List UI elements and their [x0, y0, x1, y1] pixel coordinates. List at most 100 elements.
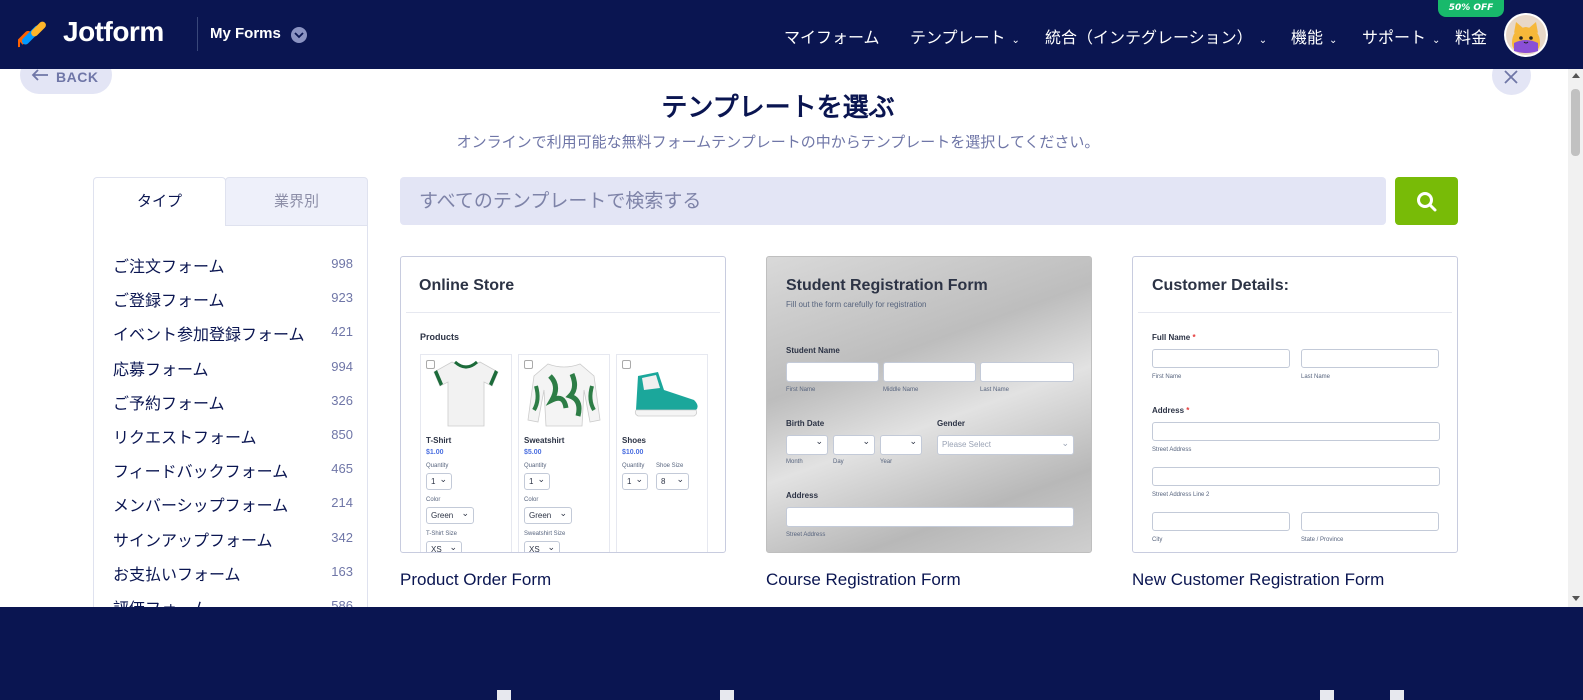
user-avatar[interactable] — [1504, 13, 1548, 57]
category-count: 342 — [331, 530, 353, 545]
category-count: 586 — [331, 598, 353, 607]
city-field[interactable] — [1152, 512, 1290, 531]
category-count: 214 — [331, 495, 353, 510]
preview-section-label: Products — [420, 332, 460, 342]
template-card-course-registration[interactable]: Student Registration Form Fill out the f… — [766, 256, 1092, 553]
template-card-product-order[interactable]: Online Store Products T-Shirt $1.00 Quan… — [400, 256, 726, 553]
preview-product-sweatshirt: Sweatshirt $5.00 Quantity 1 Color Green … — [518, 354, 610, 552]
clipped-heading-fragment — [1390, 690, 1404, 700]
my-forms-link[interactable]: My Forms — [210, 25, 281, 42]
category-item[interactable]: メンバーシップフォーム 214 — [113, 492, 353, 516]
gender-select[interactable]: Please Select — [937, 434, 1074, 455]
street-address-line2-field[interactable] — [1152, 467, 1440, 486]
category-item[interactable]: イベント参加登録フォーム 421 — [113, 321, 353, 345]
clipped-heading-fragment — [720, 690, 734, 700]
page-footer-band — [0, 607, 1583, 700]
category-count: 421 — [331, 324, 353, 339]
street-address-field[interactable] — [786, 507, 1074, 527]
quantity-select[interactable]: 1 — [524, 472, 550, 490]
close-icon — [1504, 70, 1518, 84]
cat-avatar-icon — [1506, 15, 1546, 55]
quantity-select[interactable]: 1 — [426, 472, 452, 490]
size-select[interactable]: 8 — [656, 472, 689, 490]
chevron-down-icon: ⌄ — [1011, 35, 1020, 46]
modal-scrollbar[interactable] — [1568, 69, 1583, 607]
category-item[interactable]: ご登録フォーム 923 — [113, 287, 353, 311]
category-list: ご注文フォーム 998 ご登録フォーム 923 イベント参加登録フォーム 421 応募… — [93, 225, 368, 607]
nav-pricing[interactable]: 料金 — [1455, 24, 1487, 48]
scroll-down-arrow-icon[interactable] — [1572, 596, 1580, 601]
birth-year-select[interactable] — [880, 434, 922, 455]
chevron-down-icon — [294, 32, 304, 39]
birth-day-select[interactable] — [833, 434, 875, 455]
category-count: 923 — [331, 290, 353, 305]
birth-month-select[interactable] — [786, 434, 828, 455]
preview-divider — [406, 312, 720, 313]
product-checkbox[interactable] — [426, 360, 435, 369]
category-item[interactable]: ご予約フォーム 326 — [113, 390, 353, 414]
arrow-left-icon — [31, 69, 48, 81]
page-title: テンプレートを選ぶ — [661, 93, 895, 123]
top-navbar: Jotform My Forms マイフォーム テンプレート ⌄ 統合（インテグレ… — [0, 0, 1583, 69]
color-select[interactable]: Green — [426, 506, 474, 524]
street-address-field[interactable] — [1152, 422, 1440, 441]
state-field[interactable] — [1301, 512, 1439, 531]
category-count: 850 — [331, 427, 353, 442]
preview-product-tshirt: T-Shirt $1.00 Quantity 1 Color Green T-S… — [420, 354, 512, 552]
tshirt-image — [433, 360, 499, 427]
category-count: 326 — [331, 393, 353, 408]
nav-features[interactable]: 機能 ⌄ — [1291, 24, 1337, 48]
nav-support[interactable]: サポート ⌄ — [1362, 24, 1440, 48]
chevron-down-icon: ⌄ — [1329, 35, 1338, 46]
search-button[interactable] — [1395, 177, 1458, 225]
nav-my-forms[interactable]: マイフォーム — [784, 24, 880, 48]
first-name-field[interactable] — [786, 362, 879, 382]
page-subtitle: オンラインで利用可能な無料フォームテンプレートの中からテンプレートを選択してくだ… — [456, 133, 1100, 151]
back-label: BACK — [56, 69, 99, 85]
quantity-select[interactable]: 1 — [622, 472, 648, 490]
product-checkbox[interactable] — [622, 360, 631, 369]
tab-type[interactable]: タイプ — [93, 177, 226, 226]
clipped-heading-fragment — [497, 690, 511, 700]
promo-badge[interactable]: 50% OFF — [1438, 0, 1504, 17]
template-name[interactable]: Product Order Form — [400, 570, 551, 590]
template-search-input[interactable] — [400, 177, 1386, 225]
clipped-heading-fragment — [1320, 690, 1334, 700]
chevron-down-icon: ⌄ — [1432, 35, 1441, 46]
color-select[interactable]: Green — [524, 506, 572, 524]
template-name[interactable]: New Customer Registration Form — [1132, 570, 1384, 590]
category-item[interactable]: お支払いフォーム 163 — [113, 561, 353, 585]
category-tabs: タイプ 業界別 — [93, 177, 368, 226]
category-item[interactable]: 応募フォーム 994 — [113, 356, 353, 380]
category-count: 998 — [331, 256, 353, 271]
my-forms-dropdown-button[interactable] — [291, 27, 307, 43]
search-icon — [1417, 192, 1437, 212]
category-item[interactable]: ご注文フォーム 998 — [113, 253, 353, 277]
category-item[interactable]: 評価フォーム586 — [113, 595, 353, 607]
nav-divider — [197, 17, 198, 51]
jotform-logo-icon[interactable] — [18, 18, 50, 50]
preview-form-title: Customer Details: — [1152, 277, 1289, 294]
category-item[interactable]: フィードバックフォーム 465 — [113, 458, 353, 482]
nav-integrations[interactable]: 統合（インテグレーション） ⌄ — [1045, 24, 1267, 48]
preview-form-title: Online Store — [419, 277, 515, 294]
scroll-thumb[interactable] — [1571, 89, 1580, 156]
template-picker-modal: BACK テンプレートを選ぶ オンラインで利用可能な無料フォームテンプレートの中… — [0, 69, 1568, 607]
first-name-field[interactable] — [1152, 349, 1290, 368]
category-count: 163 — [331, 564, 353, 579]
category-item[interactable]: サインアップフォーム 342 — [113, 527, 353, 551]
middle-name-field[interactable] — [883, 362, 976, 382]
template-name[interactable]: Course Registration Form — [766, 570, 961, 590]
tab-industry[interactable]: 業界別 — [225, 177, 368, 226]
size-select[interactable]: XS — [524, 540, 560, 552]
last-name-field[interactable] — [1301, 349, 1439, 368]
template-card-new-customer[interactable]: Customer Details: Full Name * First Name… — [1132, 256, 1458, 553]
product-checkbox[interactable] — [524, 360, 533, 369]
scroll-up-arrow-icon[interactable] — [1572, 73, 1580, 78]
category-item[interactable]: リクエストフォーム 850 — [113, 424, 353, 448]
last-name-field[interactable] — [980, 362, 1074, 382]
nav-templates[interactable]: テンプレート ⌄ — [910, 24, 1020, 48]
size-select[interactable]: XS — [426, 540, 462, 552]
sweatshirt-image — [527, 363, 601, 427]
brand-name[interactable]: Jotform — [63, 16, 164, 48]
